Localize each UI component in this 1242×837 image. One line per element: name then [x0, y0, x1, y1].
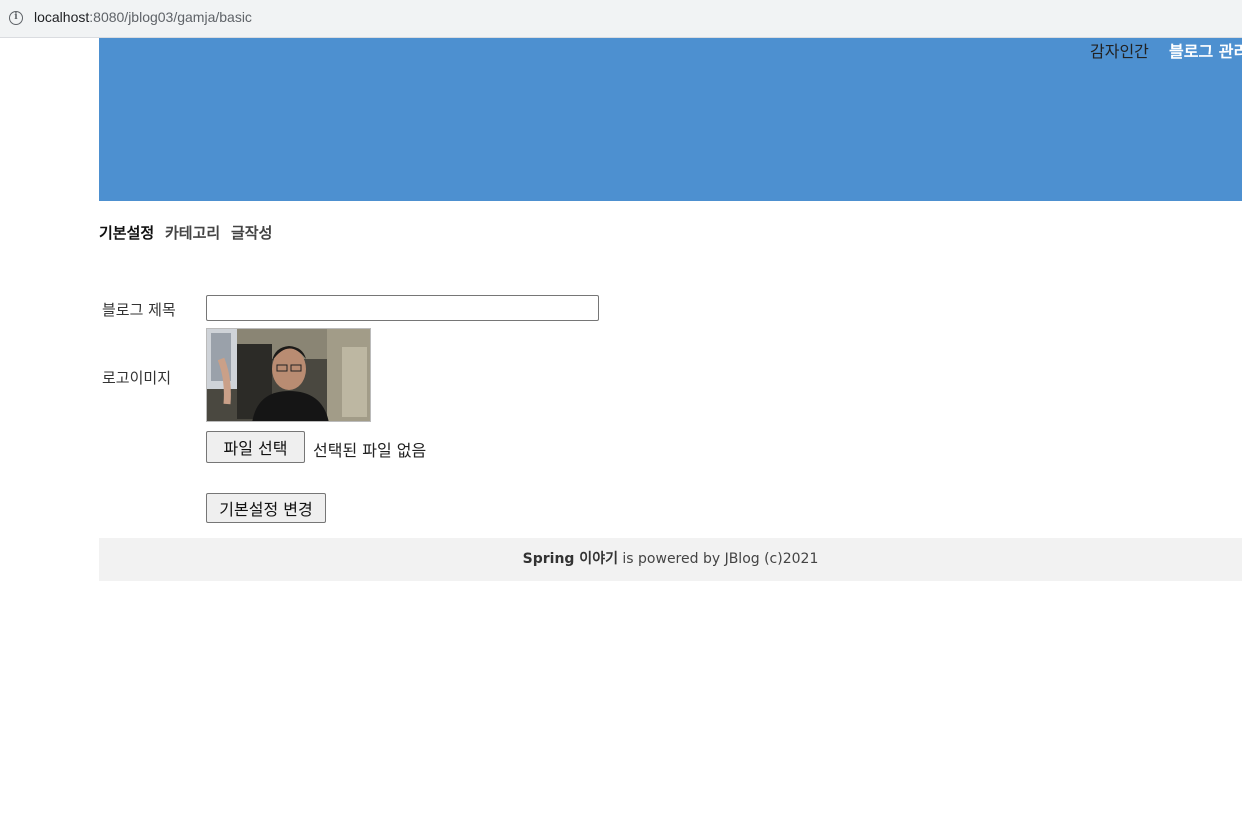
tab-category[interactable]: 카테고리 [165, 224, 220, 242]
logo-image-label: 로고이미지 [102, 369, 172, 387]
blog-admin-link[interactable]: 블로그 관리 [1169, 38, 1242, 62]
save-settings-button[interactable]: 기본설정 변경 [206, 493, 326, 523]
url-text[interactable]: localhost:8080/jblog03/gamja/basic [34, 9, 252, 25]
footer-text: is powered by JBlog (c)2021 [617, 551, 819, 567]
footer: Spring 이야기 is powered by JBlog (c)2021 [99, 538, 1242, 581]
file-select-button[interactable]: 파일 선택 [206, 431, 305, 463]
blog-header: 감자인간 블로그 관리 [99, 38, 1242, 201]
blog-title-input[interactable] [206, 295, 599, 321]
footer-blog-name: Spring 이야기 [522, 551, 618, 567]
admin-tabs: 기본설정 카테고리 글작성 [99, 222, 278, 243]
logo-image [206, 328, 371, 422]
url-path: :8080/jblog03/gamja/basic [89, 9, 252, 25]
url-host: localhost [34, 9, 90, 25]
tab-write[interactable]: 글작성 [231, 224, 272, 242]
address-bar[interactable]: i localhost:8080/jblog03/gamja/basic [0, 0, 1242, 38]
blog-title-label: 블로그 제목 [102, 301, 176, 319]
header-username: 감자인간 [1090, 42, 1149, 61]
file-status-text: 선택된 파일 없음 [313, 441, 427, 460]
info-icon[interactable]: i [9, 11, 23, 25]
tab-basic[interactable]: 기본설정 [99, 224, 154, 242]
